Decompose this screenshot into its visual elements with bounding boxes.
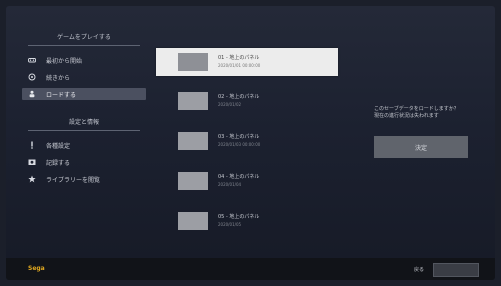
section-title-play: ゲームをプレイする — [57, 34, 111, 41]
sidebar-item-label: 記録する — [46, 159, 71, 167]
exclamation-icon — [28, 141, 36, 149]
section-divider — [28, 130, 140, 131]
brand-logo: Sega — [28, 265, 45, 272]
confirm-message-line: 現在の進行状況は失われます — [374, 113, 439, 119]
save-title: 02 - 地上のパネル — [218, 94, 260, 100]
back-button[interactable] — [433, 263, 479, 277]
confirm-message: このセーブデータをロードしますか？ 現在の進行状況は失われます — [374, 106, 474, 120]
save-title: 01 - 地上のパネル — [218, 55, 260, 61]
confirm-button[interactable]: 決定 — [374, 136, 468, 158]
sidebar-item-settings[interactable]: 各種設定 — [22, 139, 146, 151]
person-icon — [28, 90, 36, 98]
controller-icon — [28, 56, 36, 64]
save-title: 05 - 地上のパネル — [218, 214, 260, 220]
save-slot[interactable]: 04 - 地上のパネル 2020/01/04 — [158, 168, 338, 194]
sidebar-item-record[interactable]: 記録する — [22, 156, 146, 168]
camera-icon — [28, 158, 36, 166]
sidebar-item-load[interactable]: ロードする — [22, 88, 146, 100]
save-list: 01 - 地上のパネル 2020/01/01 00:00:00 02 - 地上の… — [156, 48, 338, 248]
game-menu-screen: ゲームをプレイする 最初から開始 続きから ロードする 設定と情報 各種設定 記… — [6, 6, 495, 280]
save-date: 2020/01/05 — [218, 222, 242, 227]
sidebar-item-label: ライブラリーを閲覧 — [46, 176, 101, 184]
circle-icon — [28, 73, 36, 81]
save-slot[interactable]: 02 - 地上のパネル 2020/01/02 — [158, 88, 338, 114]
bottom-bar: Sega 戻る — [6, 258, 495, 280]
section-title-settings: 設定と情報 — [68, 119, 99, 126]
save-slot[interactable]: 05 - 地上のパネル 2020/01/05 — [158, 208, 338, 234]
back-label: 戻る — [414, 267, 425, 273]
star-icon — [28, 175, 36, 183]
save-date: 2020/01/04 — [218, 182, 242, 187]
save-title: 04 - 地上のパネル — [218, 174, 260, 180]
sidebar-item-new-game[interactable]: 最初から開始 — [22, 54, 146, 66]
save-date: 2020/01/01 00:00:00 — [218, 63, 261, 68]
save-thumbnail — [178, 132, 208, 150]
save-thumbnail — [178, 53, 208, 71]
save-thumbnail — [178, 172, 208, 190]
save-slot[interactable]: 01 - 地上のパネル 2020/01/01 00:00:00 — [156, 48, 338, 76]
sidebar-item-continue[interactable]: 続きから — [22, 71, 146, 83]
save-thumbnail — [178, 212, 208, 230]
confirm-panel: このセーブデータをロードしますか？ 現在の進行状況は失われます 決定 — [374, 106, 474, 158]
save-date: 2020/01/03 00:00:00 — [218, 142, 261, 147]
sidebar-item-label: 続きから — [46, 74, 71, 82]
confirm-message-line: このセーブデータをロードしますか？ — [374, 106, 459, 112]
sidebar-item-label: ロードする — [46, 91, 77, 99]
save-date: 2020/01/02 — [218, 102, 242, 107]
sidebar-item-label: 最初から開始 — [46, 57, 83, 65]
save-slot[interactable]: 03 - 地上のパネル 2020/01/03 00:00:00 — [158, 128, 338, 154]
sidebar-item-label: 各種設定 — [46, 142, 71, 150]
sidebar: ゲームをプレイする 最初から開始 続きから ロードする 設定と情報 各種設定 記… — [22, 32, 146, 190]
save-title: 03 - 地上のパネル — [218, 134, 260, 140]
save-thumbnail — [178, 92, 208, 110]
sidebar-item-library[interactable]: ライブラリーを閲覧 — [22, 173, 146, 185]
section-divider — [28, 45, 140, 46]
